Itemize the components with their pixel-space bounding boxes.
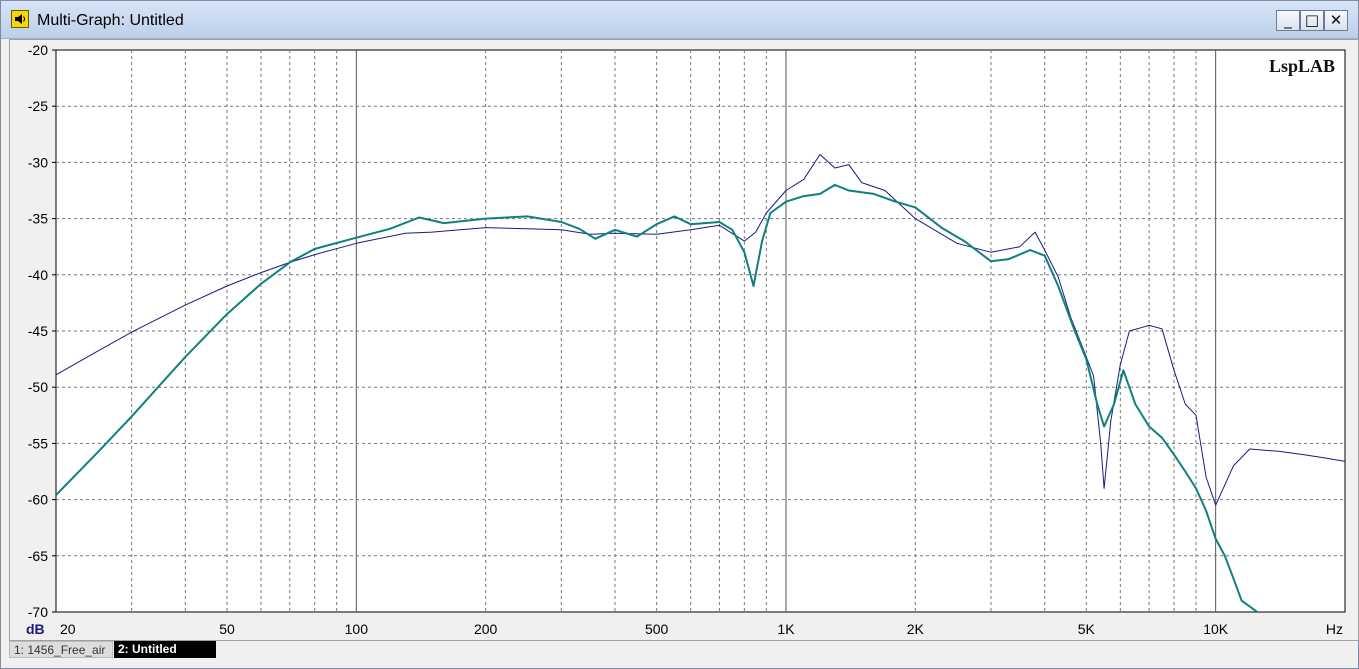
speaker-icon[interactable] [11, 10, 29, 28]
maximize-button[interactable]: □ [1300, 10, 1324, 31]
x-tick-label: 500 [645, 621, 669, 637]
curve-tab-1[interactable]: 1: 1456_Free_air [9, 641, 113, 658]
y-tick-label: -65 [28, 548, 48, 564]
y-tick-label: -60 [28, 492, 48, 508]
lsplab-brand-label: LspLAB [1269, 56, 1335, 76]
y-tick-label: -50 [28, 379, 48, 395]
y-tick-label: -20 [28, 42, 48, 58]
y-axis-unit-label: dB [26, 621, 45, 637]
window-title: Multi-Graph: Untitled [37, 12, 184, 29]
graph-area[interactable]: -20 -25 -30 -35 -40 -45 -50 -55 -60 -65 -70 20 50 100… [9, 39, 1359, 641]
x-tick-label: 20 [60, 621, 76, 637]
x-tick-label: 1K [777, 621, 795, 637]
y-tick-label: -35 [28, 211, 48, 227]
curve-tab-2[interactable]: 2: Untitled [114, 641, 216, 658]
x-tick-label: 100 [345, 621, 369, 637]
x-tick-label: 5K [1078, 621, 1096, 637]
y-tick-label: -55 [28, 435, 48, 451]
y-tick-label: -25 [28, 98, 48, 114]
x-tick-label: 2K [907, 621, 925, 637]
curve-tabs: 1: 1456_Free_air 2: Untitled [9, 641, 1357, 658]
x-tick-label: 10K [1203, 621, 1229, 637]
x-tick-label: 50 [219, 621, 235, 637]
y-tick-label: -70 [28, 604, 48, 620]
minimize-button[interactable]: _ [1276, 10, 1300, 31]
title-bar[interactable]: Multi-Graph: Untitled _ □ ✕ [1, 1, 1358, 39]
x-tick-label: 200 [474, 621, 498, 637]
frequency-response-chart[interactable]: -20 -25 -30 -35 -40 -45 -50 -55 -60 -65 -70 20 50 100… [10, 40, 1358, 640]
x-axis-unit-label: Hz [1326, 621, 1343, 637]
y-tick-label: -40 [28, 267, 48, 283]
y-tick-label: -45 [28, 323, 48, 339]
close-button[interactable]: ✕ [1324, 10, 1348, 31]
multi-graph-window: Multi-Graph: Untitled _ □ ✕ -20 -25 -30 -35… [0, 0, 1359, 669]
y-tick-label: -30 [28, 154, 48, 170]
